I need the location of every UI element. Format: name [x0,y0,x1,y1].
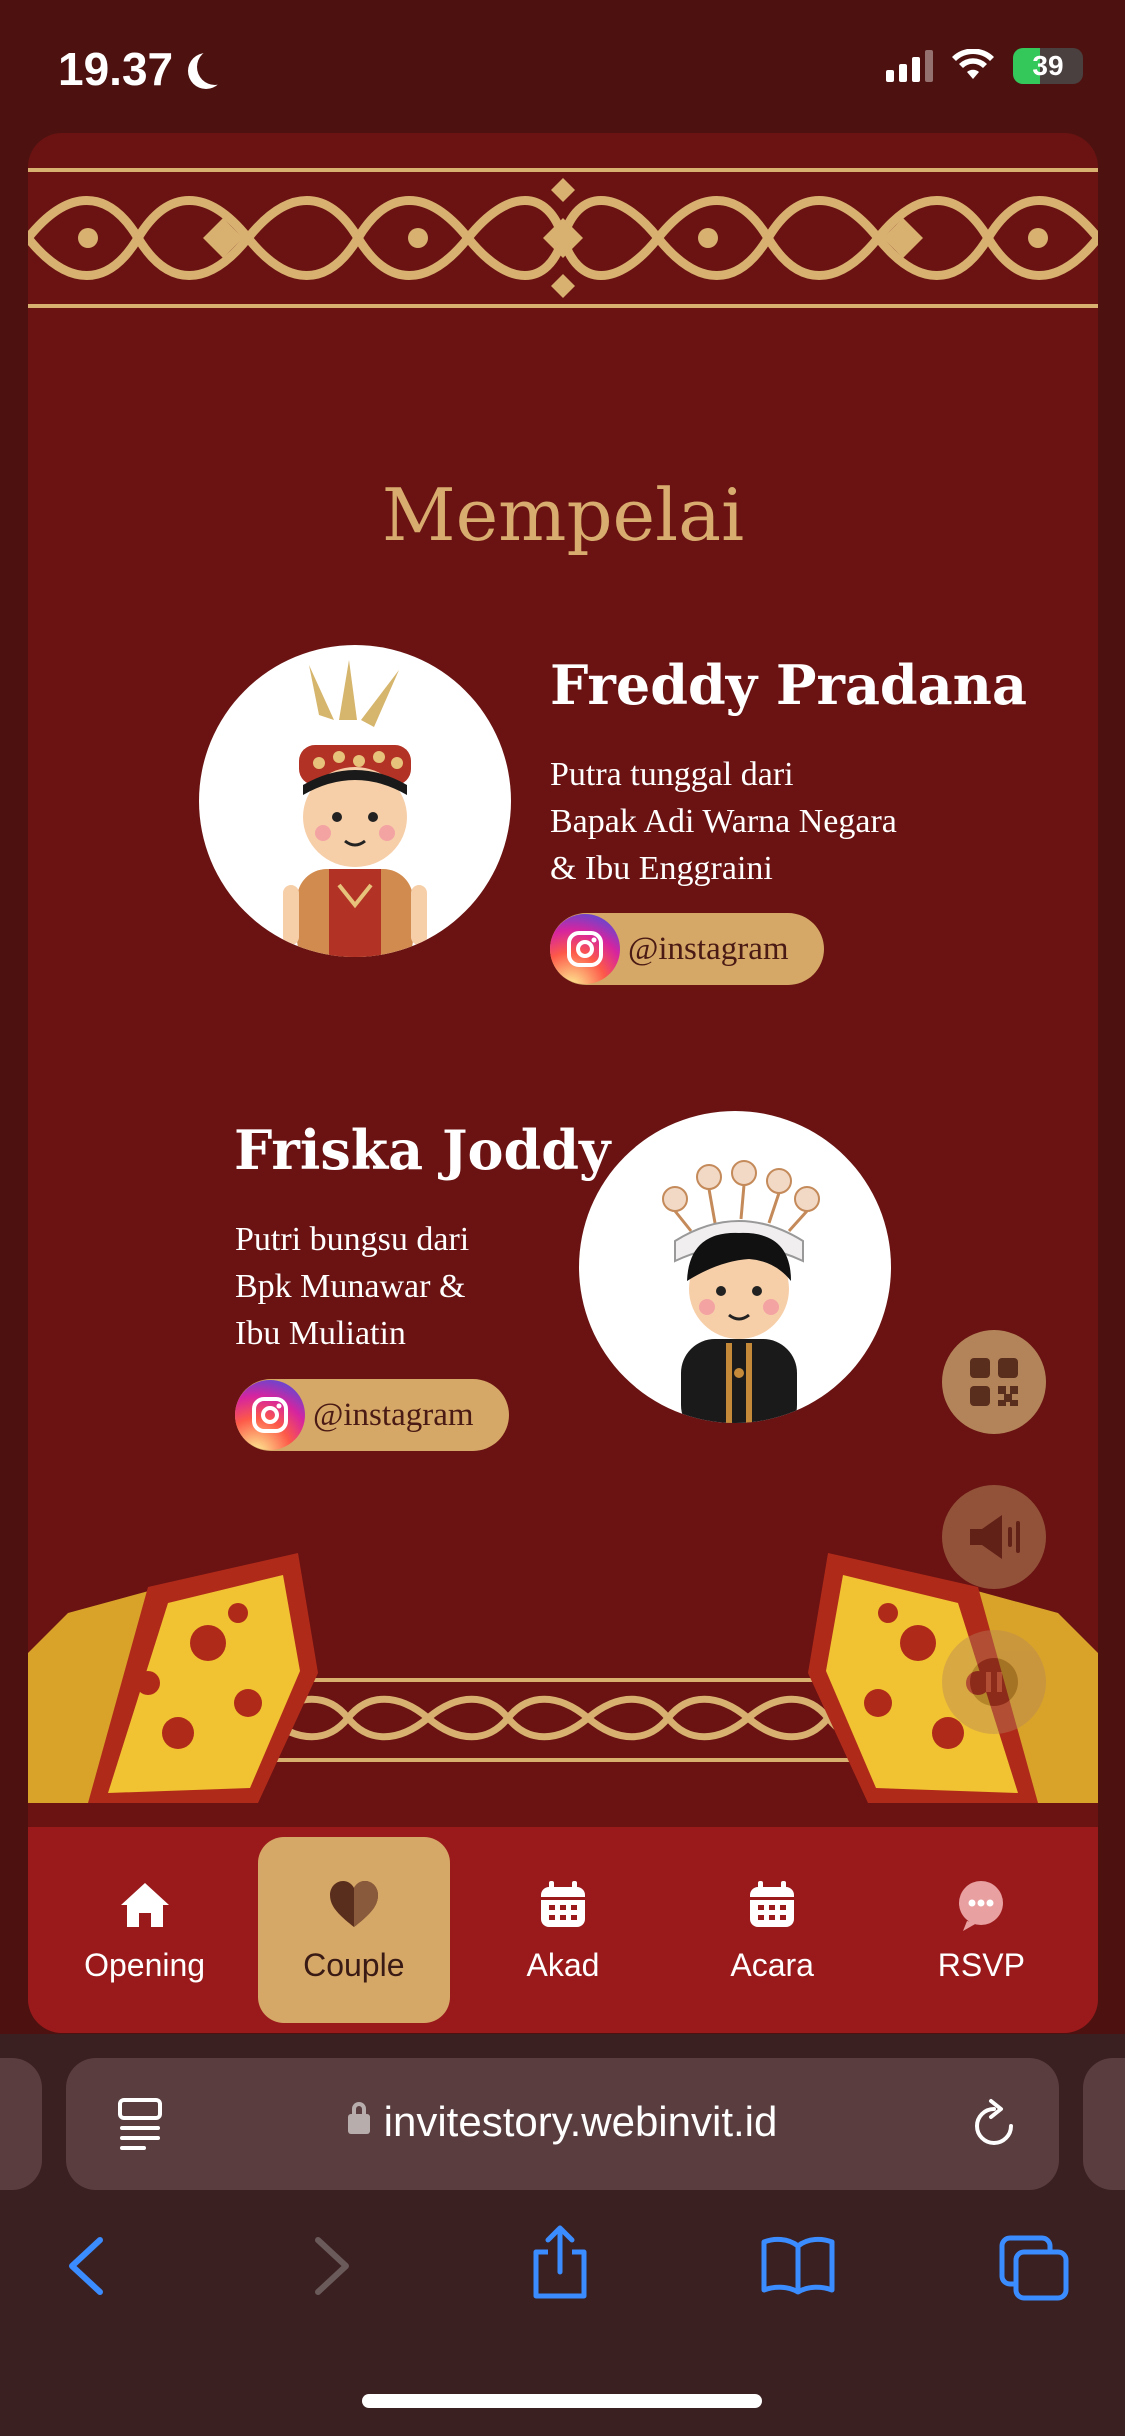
home-indicator[interactable] [362,2394,762,2408]
bookmarks-icon[interactable] [760,2234,836,2296]
bride-instagram-button[interactable]: @instagram [235,1379,509,1451]
invitation-card: Mempelai Freddy Pradana Putra tunggal da… [28,133,1098,2033]
pause-icon [970,1658,1018,1706]
clock: 19.37 [58,43,174,95]
bride-parents: Putri bungsu dari Bpk Munawar & Ibu Muli… [235,1216,469,1357]
nav-couple[interactable]: Couple [257,1837,450,2023]
bride-parents-line: Ibu Muliatin [235,1315,406,1352]
nav-label: Akad [526,1946,600,1983]
share-icon[interactable] [528,2222,592,2302]
qr-code-icon [970,1358,1018,1406]
instagram-icon [235,1380,305,1450]
groom-parents: Putra tunggal dari Bapak Adi Warna Negar… [550,751,897,892]
lock-icon [347,2102,370,2134]
nav-label: Opening [84,1946,206,1983]
ornament-bottom [28,1553,1098,1803]
speaker-icon [970,1515,1020,1559]
nav-label: Couple [303,1946,405,1983]
heart-icon [329,1880,378,1927]
groom-parents-line: Bapak Adi Warna Negara [550,803,897,840]
groom-avatar [199,645,511,957]
home-icon [120,1882,169,1927]
groom-instagram-button[interactable]: @instagram [550,913,824,985]
nav-rsvp[interactable]: RSVP [885,1837,1077,2023]
status-time: 19.37 [58,42,219,96]
groom-name: Freddy Pradana [550,653,1027,717]
chat-icon [959,1880,1004,1931]
qr-code-button[interactable] [942,1330,1046,1434]
nav-label: RSVP [937,1946,1025,1983]
signal-icon [886,50,933,82]
url-text: invitestory.webinvit.id [383,2098,778,2145]
url-display: invitestory.webinvit.id [66,2098,1059,2146]
instagram-icon [550,914,620,984]
groom-instagram-label: @instagram [628,930,789,967]
reload-icon[interactable] [969,2098,1019,2150]
nav-label: Acara [730,1946,814,1983]
ornament-top [28,158,1098,318]
bride-parents-line: Bpk Munawar & [235,1268,466,1305]
pause-button[interactable] [942,1630,1046,1734]
browser-chrome: invitestory.webinvit.id [0,2034,1125,2436]
bride-instagram-label: @instagram [313,1396,474,1433]
sound-button[interactable] [942,1485,1046,1589]
calendar-icon [750,1880,795,1927]
bride-avatar [579,1111,891,1423]
bride-parents-line: Putri bungsu dari [235,1221,470,1258]
nav-akad[interactable]: Akad [467,1837,659,2023]
battery-icon: 39 [1013,48,1083,84]
next-tab-peek[interactable] [1083,2058,1125,2190]
groom-parents-line: & Ibu Enggraini [550,850,773,887]
nav-acara[interactable]: Acara [676,1837,868,2023]
browser-toolbar [0,2225,1125,2354]
tabs-icon[interactable] [998,2234,1070,2302]
calendar-icon [540,1880,585,1927]
bottom-nav: Opening Couple Akad Acara RSVP [28,1827,1098,2033]
back-icon[interactable] [62,2234,112,2298]
address-bar[interactable]: invitestory.webinvit.id [66,2058,1059,2190]
status-bar: 19.37 39 [0,0,1125,135]
battery-percent: 39 [1032,50,1064,81]
forward-icon[interactable] [306,2234,356,2298]
wifi-icon [952,49,994,79]
nav-opening[interactable]: Opening [49,1837,241,2023]
section-title: Mempelai [381,473,745,557]
moon-icon [197,49,233,85]
bride-name: Friska Joddy [234,1118,611,1182]
groom-parents-line: Putra tunggal dari [550,756,794,793]
previous-tab-peek[interactable] [0,2058,42,2190]
